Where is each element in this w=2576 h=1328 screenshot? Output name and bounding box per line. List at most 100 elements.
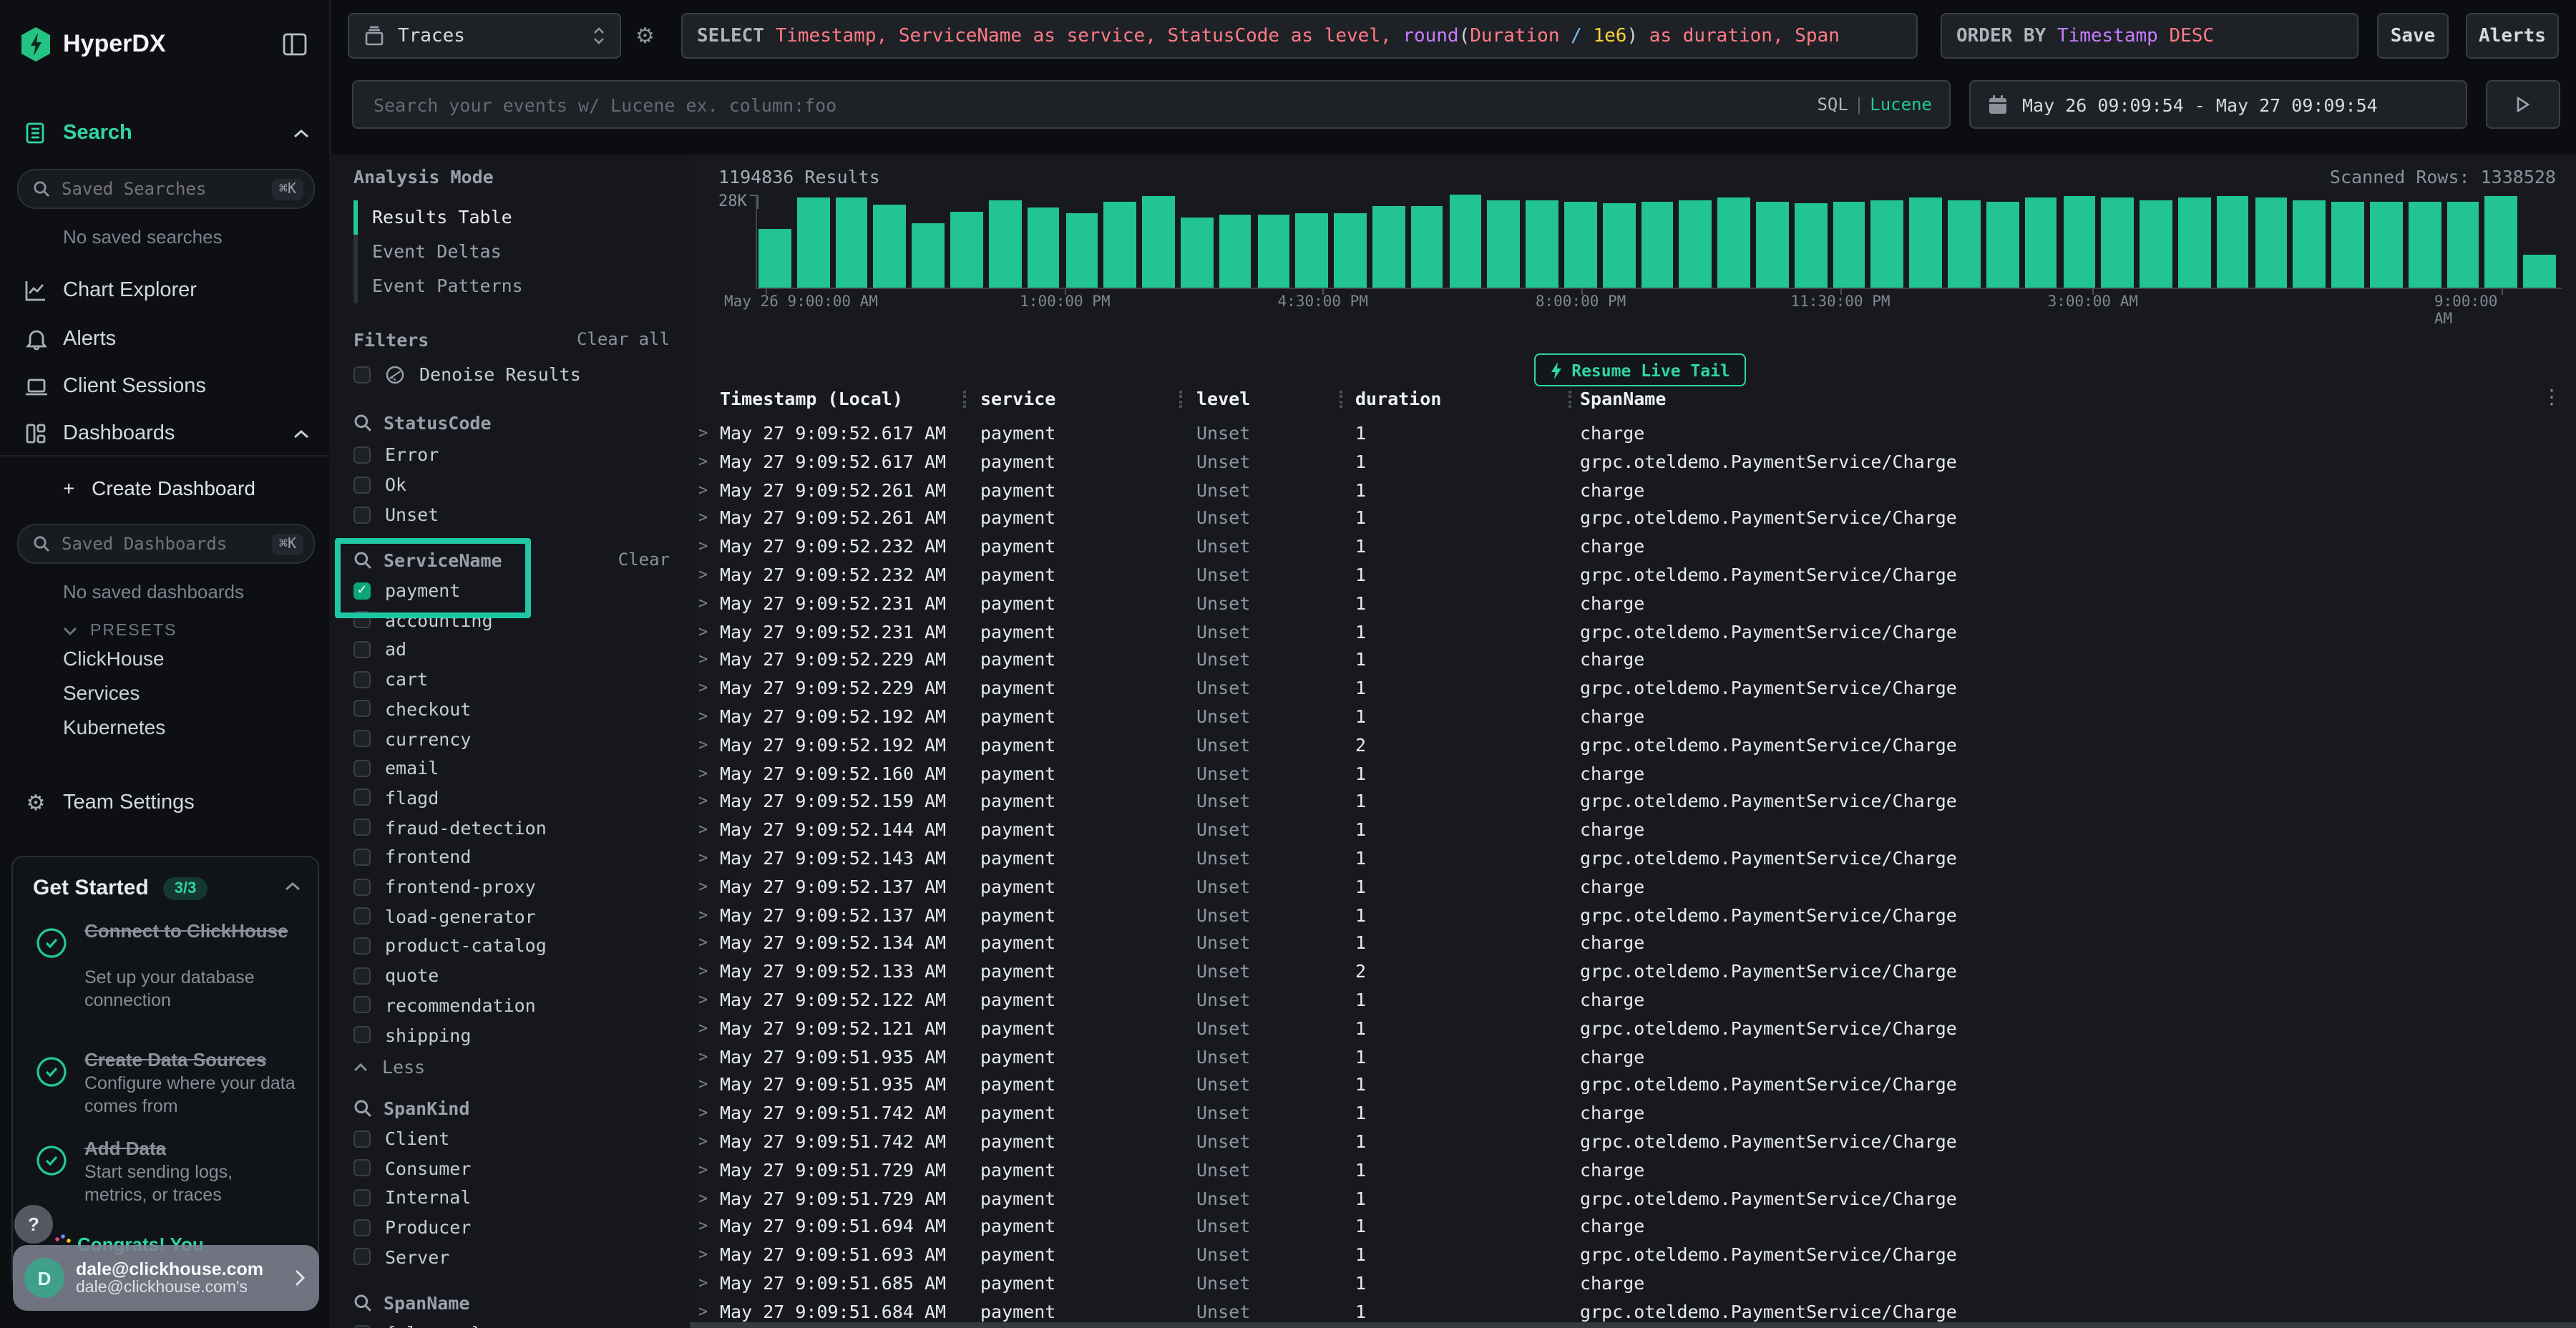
preset-link-kubernetes[interactable]: Kubernetes — [63, 716, 165, 738]
column-resize-handle[interactable] — [1179, 391, 1182, 408]
help-button[interactable]: ? — [14, 1205, 53, 1244]
filter-item-ad[interactable]: ad — [353, 639, 406, 660]
save-button[interactable]: Save — [2377, 13, 2449, 59]
filter-item-consumer[interactable]: Consumer — [353, 1157, 471, 1178]
checkbox[interactable] — [353, 849, 371, 866]
table-row[interactable]: >May 27 9:09:51.685 AMpaymentUnset1charg… — [690, 1269, 2576, 1298]
checkbox[interactable] — [353, 997, 371, 1014]
search-icon[interactable] — [353, 414, 372, 432]
table-row[interactable]: >May 27 9:09:52.261 AMpaymentUnset1grpc.… — [690, 504, 2576, 533]
saved-searches-search[interactable]: ⌘K — [17, 169, 315, 209]
table-row[interactable]: >May 27 9:09:51.935 AMpaymentUnset1grpc.… — [690, 1071, 2576, 1100]
table-row[interactable]: >May 27 9:09:52.232 AMpaymentUnset1charg… — [690, 532, 2576, 561]
lang-toggle-lucene[interactable]: Lucene — [1870, 94, 1932, 114]
table-row[interactable]: >May 27 9:09:52.231 AMpaymentUnset1charg… — [690, 590, 2576, 618]
table-row[interactable]: >May 27 9:09:52.192 AMpaymentUnset2grpc.… — [690, 731, 2576, 760]
search-icon[interactable] — [353, 1294, 372, 1312]
presets-toggle[interactable]: PRESETS — [0, 612, 329, 650]
source-settings-gear-icon[interactable]: ⚙ — [635, 23, 655, 49]
filter-item-frontend[interactable]: frontend — [353, 846, 471, 868]
checkbox[interactable] — [353, 1249, 371, 1266]
analysis-mode-results-table[interactable]: Results Table — [372, 206, 512, 228]
checkbox[interactable] — [353, 1130, 371, 1147]
event-search-bar[interactable]: SQL | Lucene — [352, 80, 1951, 129]
sidebar-item-team-settings[interactable]: ⚙ Team Settings — [0, 784, 329, 821]
table-row[interactable]: >May 27 9:09:52.229 AMpaymentUnset1grpc.… — [690, 674, 2576, 703]
table-row[interactable]: >May 27 9:09:52.144 AMpaymentUnset1charg… — [690, 816, 2576, 844]
checkbox[interactable] — [353, 700, 371, 718]
table-row[interactable]: >May 27 9:09:52.229 AMpaymentUnset1charg… — [690, 646, 2576, 675]
column-header-duration[interactable]: duration — [1355, 388, 1441, 409]
checkbox[interactable] — [353, 1026, 371, 1043]
table-row[interactable]: >May 27 9:09:51.729 AMpaymentUnset1grpc.… — [690, 1184, 2576, 1213]
table-row[interactable]: >May 27 9:09:52.617 AMpaymentUnset1charg… — [690, 419, 2576, 448]
search-icon[interactable] — [353, 1099, 372, 1118]
table-row[interactable]: >May 27 9:09:52.231 AMpaymentUnset1grpc.… — [690, 617, 2576, 646]
checkbox[interactable] — [353, 878, 371, 895]
checkbox[interactable] — [353, 789, 371, 806]
column-menu-kebab-icon[interactable]: ⋮ — [2542, 385, 2562, 409]
filter-item-recommendation[interactable]: recommendation — [353, 995, 536, 1016]
clear-filter-button[interactable]: Clear — [618, 550, 670, 570]
filter-item-email[interactable]: email — [353, 757, 439, 778]
filter-item-cart[interactable]: cart — [353, 668, 428, 690]
checkbox[interactable] — [353, 476, 371, 493]
table-row[interactable]: >May 27 9:09:52.121 AMpaymentUnset1grpc.… — [690, 1015, 2576, 1043]
checkbox[interactable] — [353, 1219, 371, 1236]
checkbox[interactable] — [353, 641, 371, 658]
checkbox[interactable] — [353, 730, 371, 747]
table-row[interactable]: >May 27 9:09:52.232 AMpaymentUnset1grpc.… — [690, 561, 2576, 590]
checkbox[interactable] — [353, 366, 371, 383]
filter-item-accounting[interactable]: accounting — [353, 609, 493, 630]
column-resize-handle[interactable] — [1568, 391, 1571, 408]
table-row[interactable]: >May 27 9:09:52.617 AMpaymentUnset1grpc.… — [690, 448, 2576, 477]
get-started-step-title[interactable]: Connect to ClickHouse — [84, 920, 296, 943]
horizontal-scrollbar[interactable] — [690, 1322, 2576, 1328]
table-row[interactable]: >May 27 9:09:52.122 AMpaymentUnset1charg… — [690, 986, 2576, 1015]
clear-all-button[interactable]: Clear all — [577, 329, 670, 349]
denoise-toggle[interactable]: Denoise Results — [353, 363, 581, 385]
table-row[interactable]: >May 27 9:09:51.694 AMpaymentUnset1charg… — [690, 1213, 2576, 1241]
checkbox[interactable] — [353, 1189, 371, 1206]
checkbox[interactable] — [353, 967, 371, 984]
sidebar-item-alerts[interactable]: Alerts — [0, 321, 329, 358]
filter-item-frontend-proxy[interactable]: frontend-proxy — [353, 876, 536, 897]
filter-item-payment[interactable]: ✓payment — [353, 580, 460, 601]
filter-item-load-generator[interactable]: load-generator — [353, 905, 536, 927]
table-row[interactable]: >May 27 9:09:51.742 AMpaymentUnset1charg… — [690, 1099, 2576, 1128]
get-started-step-title[interactable]: Create Data Sources — [84, 1049, 296, 1072]
column-header-level[interactable]: level — [1196, 388, 1250, 409]
analysis-mode-event-patterns[interactable]: Event Patterns — [372, 275, 523, 296]
sidebar-item-chart-explorer[interactable]: Chart Explorer — [0, 272, 329, 309]
table-row[interactable]: >May 27 9:09:52.192 AMpaymentUnset1charg… — [690, 703, 2576, 731]
filter-item-client[interactable]: Client — [353, 1128, 449, 1149]
search-icon[interactable] — [353, 551, 372, 570]
table-row[interactable]: >May 27 9:09:51.693 AMpaymentUnset1grpc.… — [690, 1241, 2576, 1269]
checkbox[interactable] — [353, 446, 371, 463]
column-resize-handle[interactable] — [963, 391, 966, 408]
filter-item-error[interactable]: Error — [353, 444, 439, 465]
filter-item-unset[interactable]: Unset — [353, 504, 439, 525]
lang-toggle-sql[interactable]: SQL — [1817, 94, 1848, 114]
checkbox[interactable] — [353, 670, 371, 688]
filter-item-fraud-detection[interactable]: fraud-detection — [353, 816, 547, 838]
event-search-input[interactable] — [371, 92, 1817, 117]
collapse-sidebar-icon[interactable] — [280, 30, 309, 59]
sidebar-item-client-sessions[interactable]: Client Sessions — [0, 368, 329, 405]
checkbox[interactable] — [353, 1159, 371, 1176]
filter-item--closure-[interactable]: {closure} — [353, 1322, 482, 1328]
sql-select-editor[interactable]: SELECT Timestamp, ServiceName as service… — [681, 13, 1918, 59]
filter-item-flagd[interactable]: flagd — [353, 787, 439, 809]
saved-dashboards-search[interactable]: ⌘K — [17, 524, 315, 564]
table-row[interactable]: >May 27 9:09:52.159 AMpaymentUnset1grpc.… — [690, 788, 2576, 816]
get-started-step-title[interactable]: Add Data — [84, 1138, 296, 1161]
table-row[interactable]: >May 27 9:09:52.261 AMpaymentUnset1charg… — [690, 476, 2576, 504]
filter-item-currency[interactable]: currency — [353, 728, 471, 749]
filter-item-product-catalog[interactable]: product-catalog — [353, 935, 547, 957]
user-menu[interactable]: D dale@clickhouse.com dale@clickhouse.co… — [13, 1245, 319, 1311]
checkbox[interactable] — [353, 759, 371, 776]
table-row[interactable]: >May 27 9:09:52.137 AMpaymentUnset1grpc.… — [690, 901, 2576, 929]
column-resize-handle[interactable] — [1340, 391, 1342, 408]
table-row[interactable]: >May 27 9:09:52.137 AMpaymentUnset1charg… — [690, 873, 2576, 902]
table-row[interactable]: >May 27 9:09:51.935 AMpaymentUnset1charg… — [690, 1043, 2576, 1071]
